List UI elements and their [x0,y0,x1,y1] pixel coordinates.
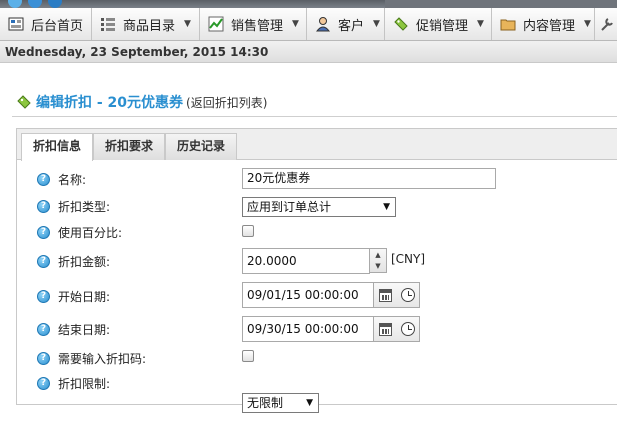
form-row-requires-code: ? 需要输入折扣码: [37,347,146,369]
calendar-icon[interactable] [378,288,392,302]
help-icon[interactable]: ? [37,254,50,268]
tab-bar: 折扣信息 折扣要求 历史记录 [17,129,617,161]
nav-item-sales[interactable]: 销售管理 ▼ [200,8,307,40]
promotion-tag-icon [393,16,409,32]
form-row-end-date: ? 结束日期: [37,318,110,340]
form-row-discount-type: ? 折扣类型: [37,195,110,217]
form-row-name: ? 名称: [37,168,86,190]
nav-item-label: 促销管理 [416,18,469,34]
customer-person-icon [315,16,331,32]
window-top-strip [0,0,617,8]
form-row-start-date: ? 开始日期: [37,285,110,307]
help-icon[interactable]: ? [37,322,50,336]
form-row-limitation: ? 折扣限制: [37,372,110,394]
name-input[interactable]: 20元优惠券 [242,168,496,189]
clock-icon[interactable] [400,322,415,336]
divider [12,116,617,117]
limitation-select[interactable]: 无限制 ▼ [242,393,319,413]
currency-code: [CNY] [391,252,426,266]
amount-input[interactable]: 20.0000 [242,248,370,274]
page-heading: 编辑折扣 - 20元优惠券 (返回折扣列表) [16,92,267,112]
chevron-down-icon: ▼ [306,398,313,408]
nav-item-content[interactable]: 内容管理 ▼ [492,8,595,40]
end-date-picker-buttons [374,316,420,342]
main-nav: 后台首页 商品目录 ▼ 销售管理 ▼ 客户 ▼ 促销管理 ▼ 内容管理 ▼ [0,8,617,41]
nav-item-label: 客户 [338,18,365,34]
nav-item-catalog[interactable]: 商品目录 ▼ [92,8,200,40]
clock-icon[interactable] [400,288,415,302]
field-label-end-date: 结束日期: [58,322,111,337]
chevron-down-icon: ▼ [383,202,390,212]
field-label-name: 名称: [58,172,87,187]
field-label-start-date: 开始日期: [58,289,111,304]
discount-edit-panel: 折扣信息 折扣要求 历史记录 ? 名称: 20元优惠券 ? 折扣类型: 应用到订… [16,128,617,413]
help-icon[interactable]: ? [37,376,50,390]
chevron-down-icon: ▼ [477,19,484,29]
chevron-down-icon: ▼ [584,19,591,29]
help-icon[interactable]: ? [37,172,50,186]
end-date-input[interactable]: 09/30/15 00:00:00 [242,316,374,342]
back-to-list-link[interactable]: (返回折扣列表) [186,94,267,111]
help-icon[interactable]: ? [37,225,50,239]
current-datetime: Wednesday, 23 September, 2015 14:30 [0,41,617,63]
nav-item-tools[interactable] [595,8,617,40]
help-icon[interactable]: ? [37,289,50,303]
spin-down-icon[interactable]: ▼ [370,261,386,272]
limitation-value: 无限制 [247,396,284,410]
nav-item-label: 销售管理 [231,18,284,34]
help-icon[interactable]: ? [37,351,50,365]
discount-type-value: 应用到订单总计 [247,200,332,214]
wrench-icon [599,16,615,32]
tab-discount-info[interactable]: 折扣信息 [21,133,93,161]
nav-item-promotions[interactable]: 促销管理 ▼ [385,8,492,40]
nav-item-label: 商品目录 [123,18,176,34]
nav-item-label: 后台首页 [31,18,84,34]
amount-spinner[interactable]: ▲ ▼ [370,248,387,273]
help-icon[interactable]: ? [37,199,50,213]
form-row-use-percentage: ? 使用百分比: [37,221,122,243]
field-label-discount-type: 折扣类型: [58,199,111,214]
nav-item-customers[interactable]: 客户 ▼ [307,8,385,40]
field-label-use-percentage: 使用百分比: [58,225,123,240]
window-control-dot[interactable] [48,0,62,8]
form-row-amount: ? 折扣金额: [37,250,110,272]
field-label-limitation: 折扣限制: [58,376,111,391]
start-date-picker-buttons [374,282,420,308]
page-title: 编辑折扣 - 20元优惠券 [36,95,184,111]
window-control-dot[interactable] [28,0,42,8]
requires-code-checkbox[interactable] [242,350,254,362]
sales-chart-icon [208,16,224,32]
window-control-dot[interactable] [8,0,22,8]
field-label-amount: 折扣金额: [58,254,111,269]
dashboard-icon [8,16,24,32]
start-date-input[interactable]: 09/01/15 00:00:00 [242,282,374,308]
spin-up-icon[interactable]: ▲ [370,250,386,261]
tab-history[interactable]: 历史记录 [165,133,237,160]
field-label-requires-code: 需要输入折扣码: [58,351,147,366]
nav-item-dashboard[interactable]: 后台首页 [0,8,92,40]
catalog-list-icon [100,16,116,32]
nav-item-label: 内容管理 [523,18,576,34]
chevron-down-icon: ▼ [184,19,191,29]
use-percentage-checkbox[interactable] [242,225,254,237]
top-right-decoration [385,0,617,8]
chevron-down-icon: ▼ [292,19,299,29]
chevron-down-icon: ▼ [373,19,380,29]
discount-type-select[interactable]: 应用到订单总计 ▼ [242,197,396,217]
tab-discount-requirements[interactable]: 折扣要求 [93,133,165,160]
tag-icon [16,94,32,110]
content-folder-icon [500,16,516,32]
calendar-icon[interactable] [378,322,392,336]
